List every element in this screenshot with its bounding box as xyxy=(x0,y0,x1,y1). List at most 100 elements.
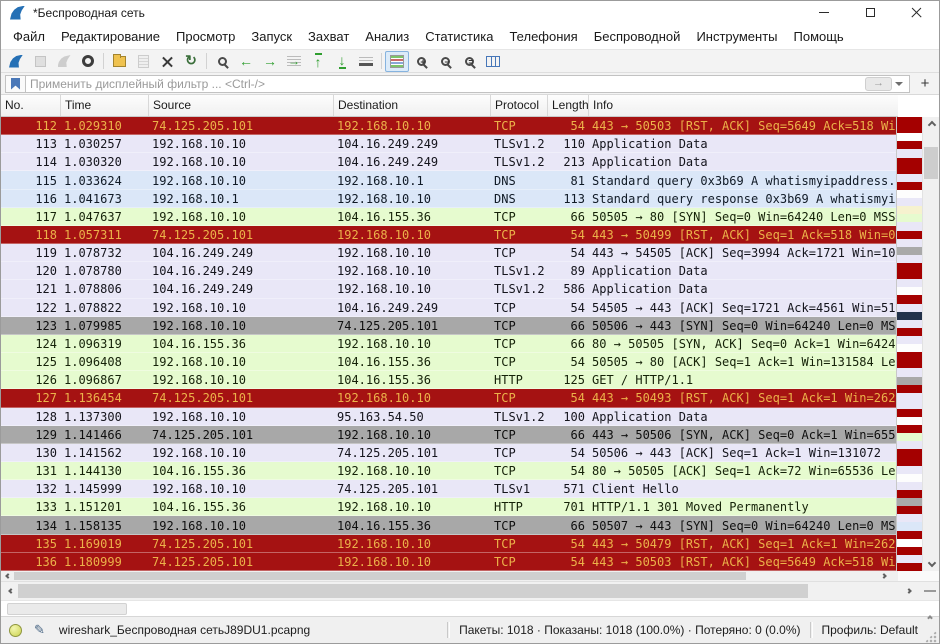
zoom-reset-button[interactable]: = xyxy=(457,51,481,72)
packet-row[interactable]: 1161.041673192.168.10.1192.168.10.10DNS1… xyxy=(1,190,896,208)
restart-capture-button[interactable] xyxy=(52,51,76,72)
packet-row[interactable]: 1121.02931074.125.205.101192.168.10.10TC… xyxy=(1,117,896,135)
scroll-down-button[interactable] xyxy=(923,556,940,570)
auto-scroll-button[interactable] xyxy=(354,51,378,72)
find-packet-button[interactable] xyxy=(210,51,234,72)
cell-no: 114 xyxy=(1,155,61,169)
zoom-in-button[interactable]: + xyxy=(409,51,433,72)
open-file-button[interactable] xyxy=(107,51,131,72)
stop-capture-button[interactable] xyxy=(28,51,52,72)
column-header-length[interactable]: Length xyxy=(548,95,589,116)
packet-row[interactable]: 1241.096319104.16.155.36192.168.10.10TCP… xyxy=(1,335,896,353)
scroll-left-button[interactable] xyxy=(3,582,19,600)
resize-columns-button[interactable] xyxy=(481,51,505,72)
save-file-button[interactable] xyxy=(131,51,155,72)
column-header-source[interactable]: Source xyxy=(149,95,334,116)
column-header-no[interactable]: No. xyxy=(1,95,61,116)
packet-row[interactable]: 1181.05731174.125.205.101192.168.10.10TC… xyxy=(1,226,896,244)
window-hscrollbar[interactable] xyxy=(1,581,939,600)
scroll-up-button[interactable] xyxy=(923,118,940,132)
packet-row[interactable]: 1141.030320192.168.10.10104.16.249.249TL… xyxy=(1,153,896,171)
pane-scroll-up[interactable] xyxy=(928,607,932,625)
packet-row[interactable]: 1301.141562192.168.10.1074.125.205.101TC… xyxy=(1,444,896,462)
packet-row[interactable]: 1331.151201104.16.155.36192.168.10.10HTT… xyxy=(1,498,896,516)
cell-protocol: TCP xyxy=(491,319,548,333)
packet-row[interactable]: 1321.145999192.168.10.1074.125.205.101TL… xyxy=(1,480,896,498)
close-button[interactable] xyxy=(893,1,939,24)
packet-row[interactable]: 1251.096408192.168.10.10104.16.155.36TCP… xyxy=(1,353,896,371)
intelligent-scrollbar-minimap[interactable] xyxy=(896,117,922,571)
filter-history-dropdown[interactable] xyxy=(892,76,906,92)
scroll-right-button[interactable] xyxy=(901,582,917,600)
capture-comment-icon[interactable]: ✎ xyxy=(34,622,45,638)
column-header-info[interactable]: Info xyxy=(589,95,898,116)
packet-row[interactable]: 1271.13645474.125.205.101192.168.10.10TC… xyxy=(1,389,896,407)
packet-row[interactable]: 1211.078806104.16.249.249192.168.10.10TL… xyxy=(1,280,896,298)
packet-row[interactable]: 1351.16901974.125.205.101192.168.10.10TC… xyxy=(1,535,896,553)
scroll-right-button[interactable] xyxy=(877,571,890,581)
resize-grip[interactable] xyxy=(924,630,937,643)
menu-item-5[interactable]: Анализ xyxy=(357,26,417,47)
column-header-destination[interactable]: Destination xyxy=(334,95,491,116)
display-filter-input[interactable] xyxy=(26,77,865,91)
vertical-scrollbar-thumb[interactable] xyxy=(924,147,938,179)
cell-protocol: TCP xyxy=(491,555,548,569)
packet-row[interactable]: 1261.096867192.168.10.10104.16.155.36HTT… xyxy=(1,371,896,389)
go-forward-button[interactable]: → xyxy=(258,51,282,72)
menu-item-4[interactable]: Захват xyxy=(300,26,357,47)
menu-item-10[interactable]: Помощь xyxy=(786,26,852,47)
packet-row[interactable]: 1281.137300192.168.10.1095.163.54.50TLSv… xyxy=(1,408,896,426)
menu-item-9[interactable]: Инструменты xyxy=(688,26,785,47)
reload-file-button[interactable] xyxy=(179,51,203,72)
profile-label[interactable]: Профиль: Default xyxy=(822,623,919,637)
packet-row[interactable]: 1191.078732104.16.249.249192.168.10.10TC… xyxy=(1,244,896,262)
maximize-button[interactable] xyxy=(847,1,893,24)
expert-info-icon[interactable] xyxy=(9,624,22,637)
packet-row[interactable]: 1221.078822192.168.10.10104.16.249.249TC… xyxy=(1,299,896,317)
menu-item-3[interactable]: Запуск xyxy=(243,26,300,47)
cell-no: 128 xyxy=(1,410,61,424)
menu-item-0[interactable]: Файл xyxy=(5,26,53,47)
packet-row[interactable]: 1361.18099974.125.205.101192.168.10.10TC… xyxy=(1,553,896,571)
minimize-button[interactable] xyxy=(801,1,847,24)
column-header-protocol[interactable]: Protocol xyxy=(491,95,548,116)
cell-protocol: TCP xyxy=(491,355,548,369)
packet-row[interactable]: 1201.078780104.16.249.249192.168.10.10TL… xyxy=(1,262,896,280)
packet-row[interactable]: 1151.033624192.168.10.10192.168.10.1DNS8… xyxy=(1,171,896,189)
menu-item-2[interactable]: Просмотр xyxy=(168,26,243,47)
go-first-button[interactable]: ↑ xyxy=(306,51,330,72)
zoom-out-button[interactable]: − xyxy=(433,51,457,72)
colorize-button[interactable] xyxy=(385,51,409,72)
hscrollbar-thumb[interactable] xyxy=(14,572,746,580)
menu-item-7[interactable]: Телефония xyxy=(501,26,585,47)
packet-row[interactable]: 1231.079985192.168.10.1074.125.205.101TC… xyxy=(1,317,896,335)
go-last-button[interactable]: ↓ xyxy=(330,51,354,72)
empty-pane-placeholder xyxy=(7,603,127,615)
packet-list-hscrollbar[interactable] xyxy=(1,571,939,581)
menu-item-8[interactable]: Беспроводной xyxy=(586,26,689,47)
packet-row[interactable]: 1291.14146674.125.205.101192.168.10.10TC… xyxy=(1,426,896,444)
add-filter-button[interactable]: + xyxy=(915,75,935,93)
start-capture-button[interactable] xyxy=(4,51,28,72)
cell-time: 1.078822 xyxy=(61,301,149,315)
vertical-scrollbar[interactable] xyxy=(922,117,939,571)
packet-row[interactable]: 1131.030257192.168.10.10104.16.249.249TL… xyxy=(1,135,896,153)
packet-row[interactable]: 1311.144130104.16.155.36192.168.10.10TCP… xyxy=(1,462,896,480)
go-back-button[interactable]: ← xyxy=(234,51,258,72)
minimap-stripe xyxy=(897,547,922,555)
window-hscrollbar-thumb[interactable] xyxy=(18,584,808,598)
menu-item-1[interactable]: Редактирование xyxy=(53,26,168,47)
cell-length: 54 xyxy=(548,355,589,369)
close-file-button[interactable] xyxy=(155,51,179,72)
filter-bookmark-button[interactable] xyxy=(5,75,26,93)
column-header-time[interactable]: Time xyxy=(61,95,149,116)
go-to-packet-button[interactable] xyxy=(282,51,306,72)
packet-row[interactable]: 1171.047637192.168.10.10104.16.155.36TCP… xyxy=(1,208,896,226)
splitter-handle[interactable] xyxy=(924,590,936,592)
capture-options-button[interactable] xyxy=(76,51,100,72)
packet-row[interactable]: 1341.158135192.168.10.10104.16.155.36TCP… xyxy=(1,516,896,534)
hscrollbar-track[interactable] xyxy=(1,571,898,581)
menu-item-6[interactable]: Статистика xyxy=(417,26,501,47)
apply-filter-button[interactable]: → xyxy=(865,77,892,91)
scroll-left-button[interactable] xyxy=(1,571,14,581)
